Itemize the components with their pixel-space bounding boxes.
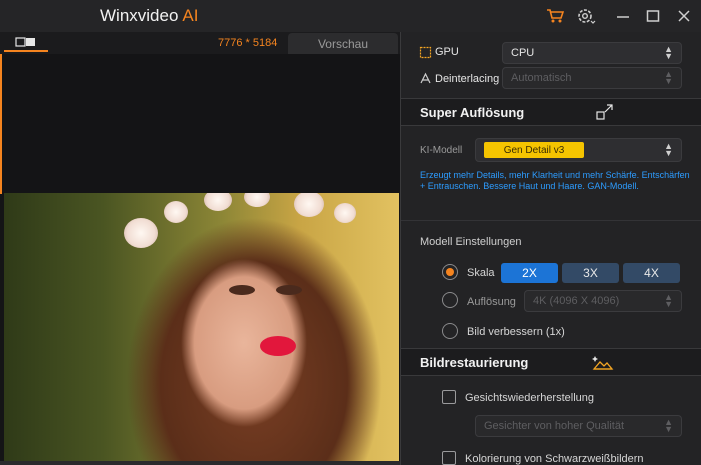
flower-decoration [334,203,356,223]
gear-icon[interactable] [575,6,597,26]
gpu-label: GPU [435,46,459,58]
scale-radio[interactable] [442,264,458,280]
deinterlacing-label: Deinterlacing [435,73,500,85]
face-restore-select[interactable]: Gesichter von hoher Qualität ▲ ▼ [475,415,682,437]
flower-decoration [244,193,270,207]
select-arrows-icon: ▲ ▼ [664,44,673,61]
ki-model-value: Gen Detail v3 [484,142,584,158]
super-resolution-header: Super Auflösung [401,98,701,126]
scale-2x-button[interactable]: 2X [501,263,558,283]
resolution-label: Auflösung [467,296,516,308]
restoration-title: Bildrestaurierung [420,355,529,370]
tab-preview[interactable]: Vorschau [288,33,398,55]
ki-model-label: KI-Modell [420,145,463,156]
enhance-radio[interactable] [442,323,458,339]
face-restore-checkbox[interactable] [442,390,456,404]
select-arrows-icon: ▲ ▼ [664,141,673,158]
split-line[interactable] [0,54,2,194]
lips [260,336,296,356]
compare-view-button[interactable] [4,34,48,52]
eye [276,285,302,295]
ki-model-select[interactable]: Gen Detail v3 ▲ ▼ [475,138,682,162]
preview-pane: 7776 * 5184 Vorschau [0,32,400,465]
flower-decoration [204,193,232,211]
select-arrows-icon: ▲ ▼ [664,292,673,309]
colorize-checkbox[interactable] [442,451,456,465]
scale-3x-button[interactable]: 3X [562,263,619,283]
close-icon[interactable] [673,6,695,26]
app-name: Winxvideo [100,6,179,25]
title-bar: Winxvideo AI [0,0,701,32]
resolution-radio[interactable] [442,292,458,308]
flower-decoration [164,201,188,223]
gpu-select-value: CPU [511,47,535,59]
split-view-icon [15,37,35,47]
expand-icon[interactable] [596,104,614,121]
resolution-select[interactable]: 4K (4096 X 4096) ▲ ▼ [524,290,682,312]
settings-panel: GPU CPU ▲ ▼ Deinterlacing Automatisch ▲ ▼ … [400,32,701,465]
image-restore-icon [592,356,614,370]
minimize-icon[interactable] [612,6,634,26]
preview-toolbar: 7776 * 5184 Vorschau [0,32,400,55]
preview-canvas-empty [0,54,400,192]
preview-scrollbar[interactable] [0,461,400,465]
enhance-label: Bild verbessern (1x) [467,326,565,338]
image-resolution: 7776 * 5184 [218,37,278,49]
face-restore-select-value: Gesichter von hoher Qualität [484,420,625,432]
eye [229,285,255,295]
gpu-icon [419,46,432,59]
face-restore-label: Gesichtswiederherstellung [465,392,595,404]
ki-model-description: Erzeugt mehr Details, mehr Klarheit und … [420,170,690,191]
deinterlacing-select-value: Automatisch [511,72,572,84]
resolution-select-value: 4K (4096 X 4096) [533,295,620,307]
select-arrows-icon: ▲ ▼ [664,417,673,434]
deinterlacing-icon [420,72,431,84]
gpu-select[interactable]: CPU ▲ ▼ [502,42,682,64]
flower-decoration [294,193,324,217]
maximize-icon[interactable] [642,6,664,26]
scale-4x-button[interactable]: 4X [623,263,680,283]
flower-decoration [124,218,158,248]
app-name-suffix: AI [182,6,199,25]
restoration-header: Bildrestaurierung [401,348,701,376]
deinterlacing-select[interactable]: Automatisch ▲ ▼ [502,67,682,89]
colorize-label: Kolorierung von Schwarzweißbildern [465,453,644,465]
app-title: Winxvideo AI [100,6,198,26]
scale-label: Skala [467,267,495,279]
cart-icon[interactable] [544,6,566,26]
super-resolution-title: Super Auflösung [420,105,525,120]
select-arrows-icon: ▲ ▼ [664,69,673,86]
preview-image [4,193,399,461]
divider [401,220,701,221]
model-settings-label: Modell Einstellungen [420,236,522,248]
